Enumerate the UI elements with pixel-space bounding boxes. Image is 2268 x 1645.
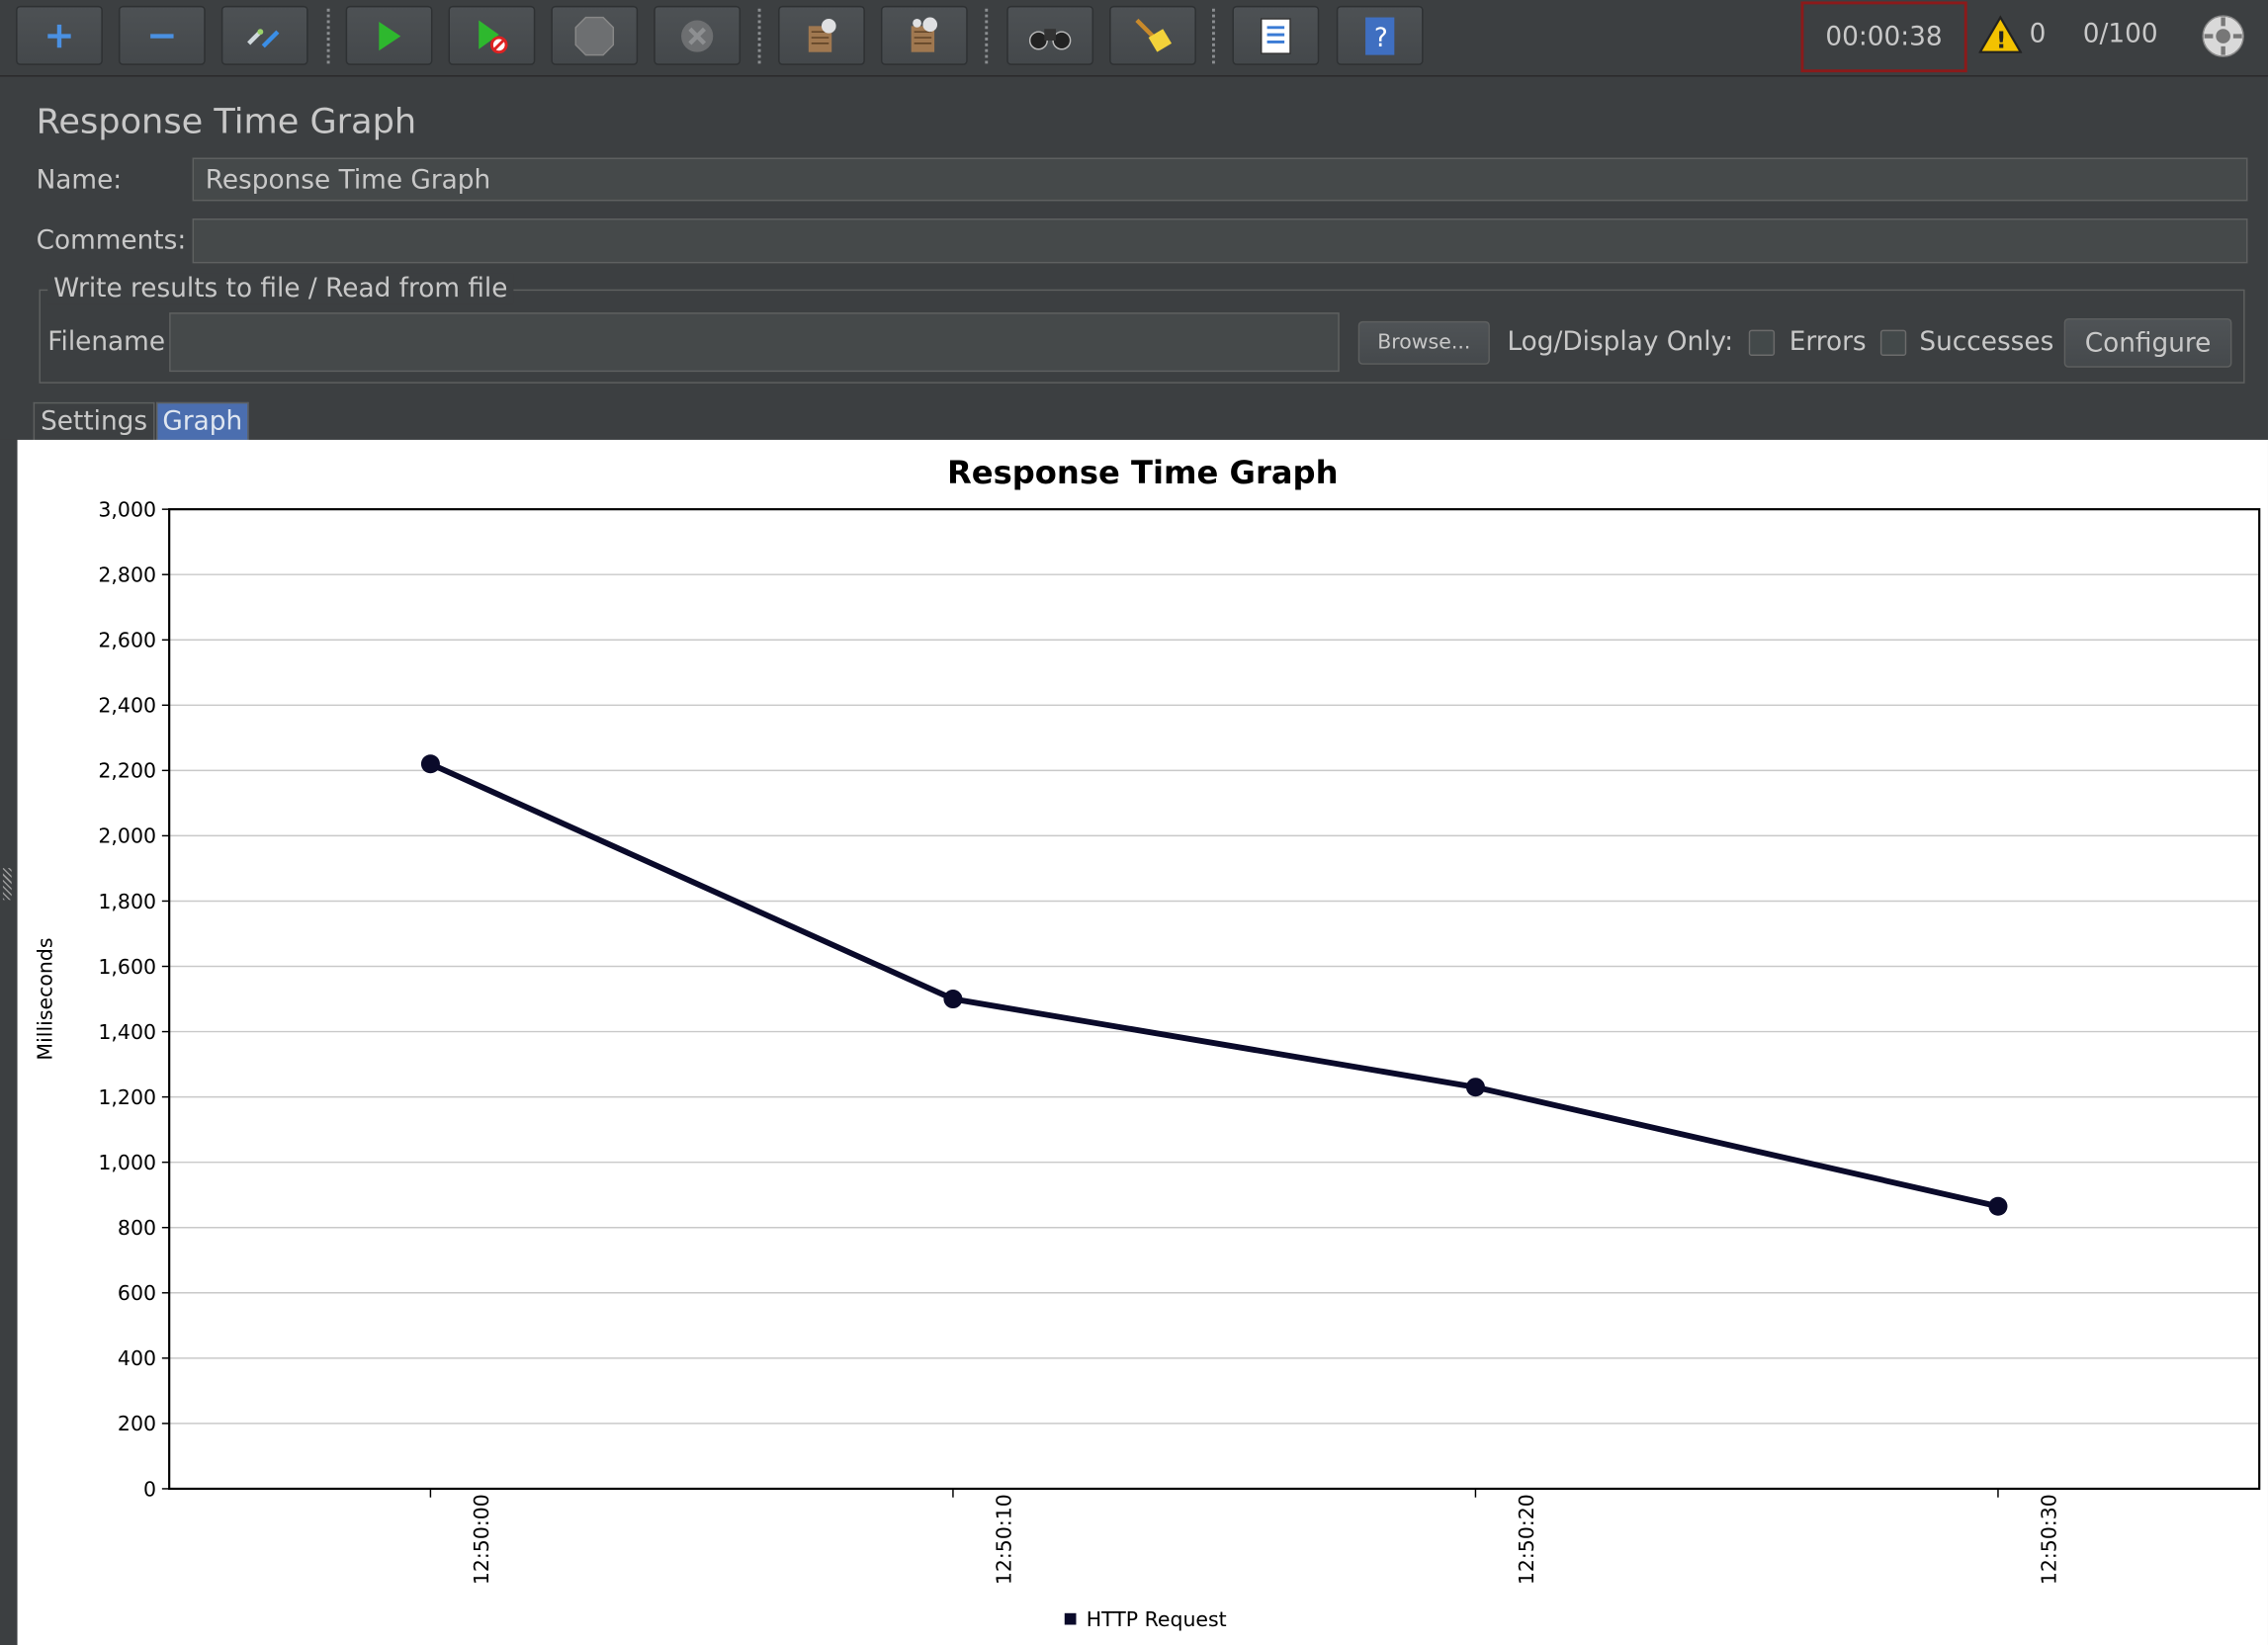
chart-title: Response Time Graph bbox=[947, 454, 1339, 491]
log-display-label: Log/Display Only: bbox=[1507, 326, 1734, 358]
tab-graph[interactable]: Graph bbox=[156, 401, 249, 440]
reset-search-button[interactable] bbox=[1109, 5, 1196, 65]
elapsed-timer: 00:00:38 bbox=[1800, 1, 1967, 73]
data-point bbox=[943, 990, 963, 1009]
search-button[interactable] bbox=[1006, 5, 1094, 65]
toolbar-separator bbox=[1211, 8, 1215, 64]
shutdown-icon bbox=[681, 19, 714, 51]
plus-icon bbox=[47, 24, 71, 47]
filename-field[interactable] bbox=[169, 312, 1340, 373]
y-tick-label: 2,600 bbox=[98, 629, 156, 652]
successes-label: Successes bbox=[1919, 326, 2054, 358]
browse-button[interactable]: Browse... bbox=[1357, 320, 1490, 365]
toolbar-separator bbox=[326, 8, 330, 64]
x-tick-label: 12:50:10 bbox=[992, 1494, 1015, 1585]
resize-grip[interactable] bbox=[2, 868, 12, 901]
y-tick-label: 2,400 bbox=[98, 694, 156, 718]
stop-icon bbox=[574, 16, 615, 55]
start-no-pauses-button[interactable] bbox=[448, 5, 536, 65]
page-title: Response Time Graph bbox=[36, 101, 417, 142]
toolbar: ? 00:00:38 ! 0 0/100 bbox=[0, 0, 2268, 77]
filename-label: Filename bbox=[47, 326, 166, 358]
y-tick-label: 600 bbox=[118, 1281, 156, 1305]
minus-icon bbox=[150, 33, 174, 39]
data-point bbox=[1465, 1078, 1485, 1097]
series-line bbox=[429, 761, 1999, 1210]
name-label: Name: bbox=[36, 164, 123, 196]
y-tick-label: 0 bbox=[143, 1477, 156, 1501]
warning-count: 0 bbox=[2029, 19, 2047, 49]
tab-settings[interactable]: Settings bbox=[33, 401, 155, 440]
y-tick-label: 1,400 bbox=[98, 1020, 156, 1044]
clear-button[interactable] bbox=[778, 5, 865, 65]
y-tick-label: 1,600 bbox=[98, 955, 156, 979]
comments-field[interactable] bbox=[192, 217, 2248, 264]
plot-border bbox=[168, 508, 2261, 1491]
comments-label: Comments: bbox=[36, 225, 187, 257]
legend-swatch bbox=[1064, 1612, 1077, 1625]
y-tick-label: 800 bbox=[118, 1216, 156, 1240]
x-tick-label: 12:50:30 bbox=[2037, 1494, 2060, 1585]
function-list-icon bbox=[1261, 17, 1291, 54]
help-book-icon: ? bbox=[1365, 16, 1395, 54]
y-tick-label: 2,200 bbox=[98, 759, 156, 783]
y-tick-label: 3,000 bbox=[98, 497, 156, 521]
function-helper-button[interactable] bbox=[1232, 5, 1320, 65]
binoculars-icon bbox=[1028, 28, 1072, 49]
graph-panel: Response Time Graph 0 200 400 600 800 1,000 1,2… bbox=[17, 439, 2268, 1645]
toggle-icon bbox=[247, 28, 280, 47]
help-button[interactable]: ? bbox=[1336, 5, 1424, 65]
toolbar-separator bbox=[985, 8, 989, 64]
warning-icon[interactable]: ! bbox=[1978, 15, 2023, 55]
configure-button[interactable]: Configure bbox=[2063, 317, 2232, 368]
stop-button[interactable] bbox=[551, 5, 639, 65]
svg-text:?: ? bbox=[1374, 23, 1388, 52]
active-threads: 0/100 bbox=[2082, 19, 2158, 49]
errors-checkbox[interactable] bbox=[1748, 329, 1776, 357]
remote-status-icon bbox=[2202, 15, 2244, 57]
data-point bbox=[1988, 1196, 2008, 1216]
name-field[interactable]: Response Time Graph bbox=[192, 157, 2248, 202]
y-tick-label: 2,800 bbox=[98, 563, 156, 587]
clear-icon bbox=[808, 18, 836, 51]
toolbar-separator bbox=[757, 8, 761, 64]
y-tick-label: 200 bbox=[118, 1412, 156, 1435]
toggle-button[interactable] bbox=[220, 5, 308, 65]
add-button[interactable] bbox=[16, 5, 103, 65]
start-button[interactable] bbox=[345, 5, 433, 65]
clear-all-button[interactable] bbox=[880, 5, 968, 65]
x-tick-label: 12:50:20 bbox=[1515, 1494, 1538, 1585]
file-section-label: Write results to file / Read from file bbox=[47, 273, 514, 304]
play-icon bbox=[379, 21, 401, 50]
y-tick-label: 2,000 bbox=[98, 824, 156, 848]
y-axis-label: Milliseconds bbox=[34, 937, 57, 1060]
y-tick-label: 400 bbox=[118, 1346, 156, 1370]
broom-icon bbox=[1135, 18, 1173, 51]
x-tick-label: 12:50:00 bbox=[470, 1494, 493, 1585]
y-tick-label: 1,000 bbox=[98, 1151, 156, 1174]
response-time-chart: Response Time Graph 0 200 400 600 800 1,000 1,2… bbox=[34, 454, 2261, 1631]
left-strip bbox=[0, 439, 18, 1645]
y-tick-label: 1,800 bbox=[98, 890, 156, 913]
y-tick-label: 1,200 bbox=[98, 1085, 156, 1109]
successes-checkbox[interactable] bbox=[1879, 329, 1907, 357]
play-no-timers-icon bbox=[479, 19, 508, 53]
clear-all-icon bbox=[911, 16, 938, 51]
errors-label: Errors bbox=[1788, 326, 1867, 358]
legend-label: HTTP Request bbox=[1087, 1607, 1227, 1631]
remove-button[interactable] bbox=[118, 5, 206, 65]
data-point bbox=[420, 754, 440, 774]
shutdown-button[interactable] bbox=[654, 5, 741, 65]
svg-text:!: ! bbox=[1996, 26, 2007, 53]
